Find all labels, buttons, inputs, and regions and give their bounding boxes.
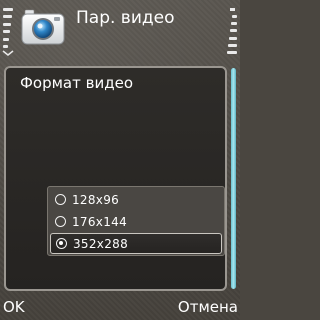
cancel-softkey[interactable]: Отмена (178, 298, 238, 316)
option-list: 128x96 176x144 352x288 (47, 186, 225, 256)
settings-list: Формат видео (4, 66, 227, 291)
radio-unchecked-icon (55, 216, 66, 227)
camera-icon (21, 9, 65, 45)
option-label: 176x144 (72, 214, 128, 229)
setting-label: Формат видео (20, 74, 133, 92)
signal-strength-icon (3, 8, 13, 48)
option-label: 128x96 (72, 192, 120, 207)
radio-checked-icon (56, 238, 67, 249)
scrollbar[interactable] (231, 68, 236, 289)
option-176x144[interactable]: 176x144 (50, 211, 222, 232)
option-352x288[interactable]: 352x288 (50, 233, 222, 254)
radio-unchecked-icon (55, 194, 66, 205)
page-title: Пар. видео (76, 8, 175, 28)
antenna-icon (2, 50, 14, 56)
battery-level-icon (227, 8, 237, 54)
title-bar: Пар. видео (0, 0, 240, 58)
scrollbar-thumb[interactable] (231, 68, 236, 289)
ok-softkey[interactable]: OK (3, 298, 25, 316)
option-128x96[interactable]: 128x96 (50, 189, 222, 210)
option-label: 352x288 (73, 236, 129, 251)
